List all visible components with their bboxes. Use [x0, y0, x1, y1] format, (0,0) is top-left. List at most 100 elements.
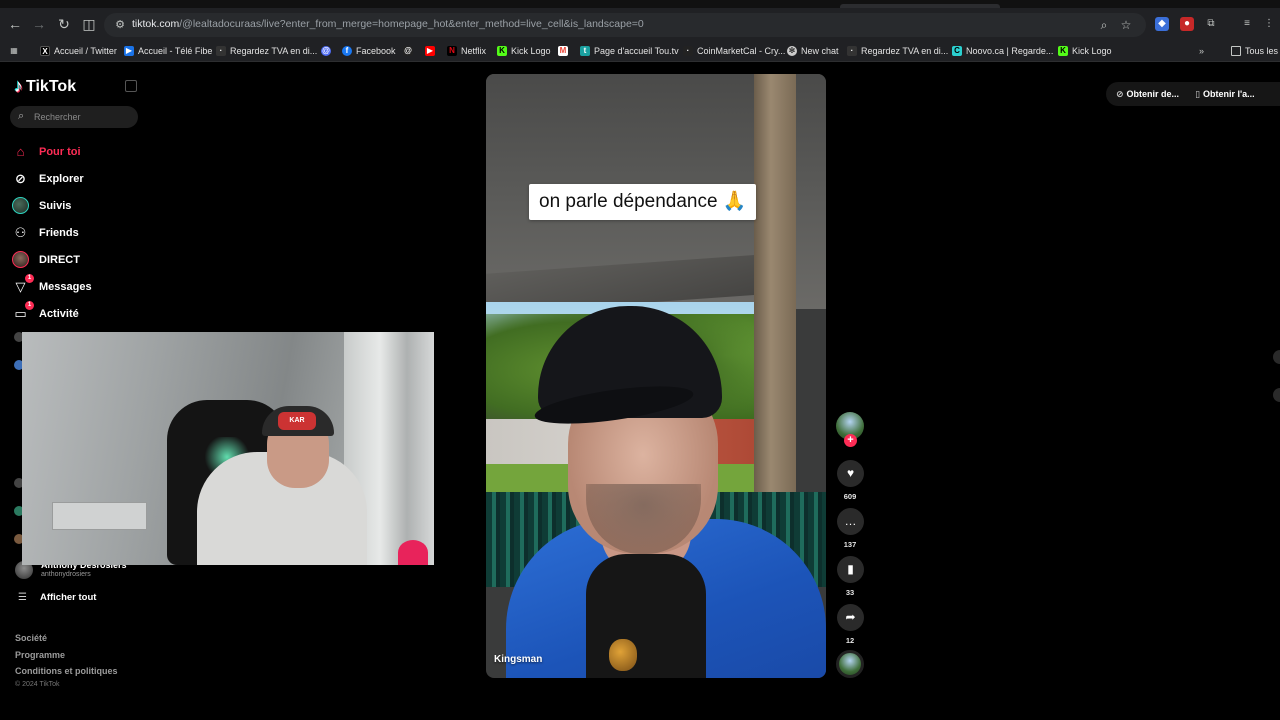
bookmark-7[interactable]: N Netflix	[447, 44, 486, 58]
desktop-app-icon: ⊘	[1116, 88, 1124, 99]
phone-icon: ▯	[1195, 88, 1201, 99]
netflix-icon: N	[447, 46, 457, 56]
save-count: 33	[845, 588, 855, 597]
address-bar[interactable]: ⚙ tiktok.com/@lealtadocuraas/live?enter_…	[104, 13, 1146, 37]
active-tab[interactable]	[840, 4, 1000, 8]
bookmark-12[interactable]: ✻ New chat	[787, 44, 839, 58]
bookmarks-bar: ▦ X Accueil / Twitter ▶ Accueil - Télé Fib…	[0, 40, 1280, 62]
tiktok-page: ♪ TikTok ⌕ ⌂ Pour toi ⊘ Explorer Suivis …	[0, 62, 1280, 720]
split-view-icon[interactable]: ◫	[80, 15, 98, 33]
bookmark-11[interactable]: · CoinMarketCal - Cry...	[683, 44, 785, 58]
messenger-icon: @	[321, 46, 331, 56]
home-icon: ⌂	[16, 144, 25, 159]
facebook-icon: f	[342, 46, 352, 56]
back-icon[interactable]: ←	[6, 15, 24, 33]
nav-item-suivis[interactable]: Suivis	[12, 192, 142, 219]
coinmarketcal-icon: ·	[683, 46, 693, 56]
puzzle-icon[interactable]: ⧉	[1204, 17, 1218, 31]
bookmark-1[interactable]: ▶ Accueil - Télé Fibe	[124, 44, 212, 58]
share-icon[interactable]: ➦	[837, 604, 864, 631]
site-info-icon[interactable]: ⚙	[112, 17, 128, 33]
sidebar-nav: ⌂ Pour toi ⊘ Explorer Suivis ⚇ Friends D…	[12, 138, 142, 327]
search-input[interactable]	[34, 108, 134, 126]
video-author[interactable]: Kingsman	[494, 654, 542, 665]
bookmark-10[interactable]: t Page d'accueil Tou.tv	[580, 44, 679, 58]
show-all-button[interactable]: ☰ Afficher tout	[18, 592, 96, 603]
heart-icon[interactable]: ♥	[837, 460, 864, 487]
scroll-down-button[interactable]	[1273, 388, 1280, 402]
tva-icon: ·	[847, 46, 857, 56]
bookmark-13[interactable]: · Regardez TVA en di...	[847, 44, 948, 58]
bookmark-6[interactable]: ▶	[425, 44, 435, 58]
tab-search-icon[interactable]: ≡	[1240, 17, 1254, 31]
comment-count: 137	[843, 540, 857, 549]
messages-icon: ▽ 1	[12, 274, 34, 295]
zoom-icon[interactable]: ⌕	[1096, 17, 1112, 33]
bookmark-0[interactable]: X Accueil / Twitter	[40, 44, 117, 58]
nav-item-activite[interactable]: ▭ 1 Activité	[12, 300, 142, 327]
bookmark-15[interactable]: K Kick Logo	[1058, 44, 1112, 58]
webcam-overlay: KAR	[22, 332, 434, 565]
bookmark-5[interactable]: @	[403, 44, 413, 58]
kick-icon: K	[1058, 46, 1068, 56]
threads-icon: @	[403, 46, 413, 56]
get-app-bar: ⊘ Obtenir de... ▯ Obtenir l'a...	[1106, 82, 1280, 106]
all-bookmarks-folder[interactable]: Tous les f	[1231, 44, 1280, 58]
list-icon: ☰	[18, 592, 27, 603]
follow-plus-icon[interactable]: +	[844, 434, 857, 447]
gmail-icon: M	[558, 46, 568, 56]
nav-item-messages[interactable]: ▽ 1 Messages	[12, 273, 142, 300]
tab-strip	[0, 0, 1280, 8]
footer-link-conditions[interactable]: Conditions et politiques	[15, 663, 118, 680]
bookmark-star-icon[interactable]: ☆	[1118, 17, 1134, 33]
nav-item-friends[interactable]: ⚇ Friends	[12, 219, 142, 246]
bookmark-2[interactable]: · Regardez TVA en di...	[216, 44, 317, 58]
comment-icon[interactable]: …	[837, 508, 864, 535]
bookmark-3[interactable]: @	[321, 44, 331, 58]
bookmark-icon[interactable]: ▮	[837, 556, 864, 583]
get-desktop-app-button[interactable]: ⊘ Obtenir de...	[1116, 89, 1179, 100]
following-avatar-icon	[12, 197, 29, 214]
share-count: 12	[845, 636, 855, 645]
bookmark-8[interactable]: K Kick Logo	[497, 44, 551, 58]
music-disc-icon[interactable]	[836, 650, 864, 678]
bookmark-9[interactable]: M	[558, 44, 568, 58]
scroll-up-button[interactable]	[1273, 350, 1280, 364]
more-bookmarks-icon[interactable]: »	[1199, 44, 1204, 58]
bell-fibe-icon: ▶	[124, 46, 134, 56]
chatgpt-icon: ✻	[787, 46, 797, 56]
nav-item-pour-toi[interactable]: ⌂ Pour toi	[12, 138, 142, 165]
nav-item-direct[interactable]: DIRECT	[12, 246, 142, 273]
forward-icon[interactable]: →	[30, 15, 48, 33]
compass-icon: ⊘	[15, 170, 26, 186]
tiktok-logo[interactable]: ♪ TikTok	[14, 76, 76, 97]
nav-item-explorer[interactable]: ⊘ Explorer	[12, 165, 142, 192]
tva-icon: ·	[216, 46, 226, 56]
menu-icon[interactable]: ⋮	[1262, 17, 1276, 31]
video-player[interactable]: on parle dépendance 🙏 Kingsman	[486, 74, 826, 678]
footer-link-programme[interactable]: Programme	[15, 647, 118, 664]
kick-icon: K	[497, 46, 507, 56]
tiktok-note-icon: ♪	[14, 76, 23, 96]
search-bar[interactable]: ⌕	[10, 106, 138, 128]
reload-icon[interactable]: ↻	[55, 15, 73, 33]
noovo-icon: C	[952, 46, 962, 56]
copyright: © 2024 TikTok	[15, 680, 60, 686]
activity-icon: ▭ 1	[12, 301, 34, 322]
video-caption: on parle dépendance 🙏	[529, 184, 757, 220]
extension-icon[interactable]: ◆	[1155, 17, 1169, 31]
bookmark-14[interactable]: C Noovo.ca | Regarde...	[952, 44, 1053, 58]
like-count: 609	[843, 492, 857, 501]
bookmark-4[interactable]: f Facebook	[342, 44, 396, 58]
browser-toolbar: ← → ↻ ◫ ⚙ tiktok.com/@lealtadocuraas/liv…	[0, 0, 1280, 40]
toutv-icon: t	[580, 46, 590, 56]
youtube-icon: ▶	[425, 46, 435, 56]
footer-link-societe[interactable]: Société	[15, 630, 118, 647]
apps-grid-icon[interactable]: ▦	[9, 44, 19, 58]
get-mobile-app-button[interactable]: ▯ Obtenir l'a...	[1195, 89, 1255, 100]
extension-badge-icon[interactable]: ●	[1180, 17, 1194, 31]
url-text[interactable]: tiktok.com/@lealtadocuraas/live?enter_fr…	[132, 18, 644, 30]
footer-links: Société Programme Conditions et politiqu…	[15, 630, 118, 686]
microphone-icon	[398, 540, 428, 565]
collapse-sidebar-icon[interactable]	[125, 80, 137, 92]
